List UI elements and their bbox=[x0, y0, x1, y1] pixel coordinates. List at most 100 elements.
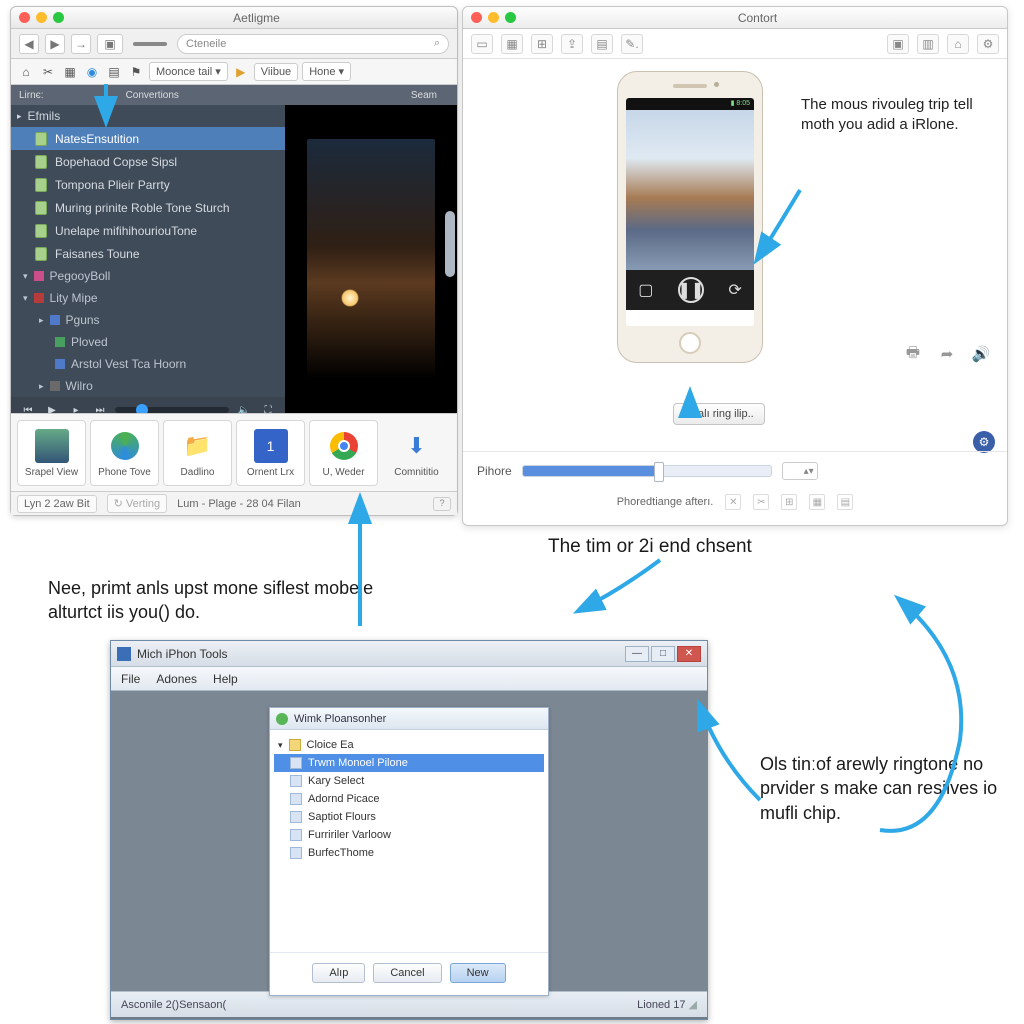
sidebar-group[interactable]: ▸Pguns bbox=[11, 309, 285, 331]
sidebar-group[interactable]: Ploved bbox=[11, 331, 285, 353]
pihore-slider[interactable] bbox=[522, 465, 772, 477]
close-icon[interactable] bbox=[19, 12, 30, 23]
tb-icon[interactable]: ▤ bbox=[591, 34, 613, 54]
sidebar-header[interactable]: ▸Efmils bbox=[11, 105, 285, 127]
grid-icon[interactable]: ▦ bbox=[61, 63, 79, 81]
home-icon[interactable]: ⌂ bbox=[947, 34, 969, 54]
info-icon[interactable]: ◉ bbox=[83, 63, 101, 81]
switch-cam-icon[interactable]: ⟳ bbox=[728, 280, 741, 300]
flag-icon[interactable]: ⚑ bbox=[127, 63, 145, 81]
ring-button[interactable]: Realı ring ilip.. bbox=[673, 403, 765, 425]
close-button[interactable]: ✕ bbox=[677, 646, 701, 662]
sidebar-item[interactable]: Tompona Plieir Parrty bbox=[11, 173, 285, 196]
seek-thumb[interactable] bbox=[136, 404, 148, 413]
sidebar-item[interactable]: Faisanes Toune bbox=[11, 242, 285, 265]
play-button[interactable]: ▶ bbox=[43, 401, 61, 413]
status-icon[interactable]: ? bbox=[433, 497, 451, 511]
home-button[interactable] bbox=[679, 332, 701, 354]
minimize-icon[interactable] bbox=[36, 12, 47, 23]
minimize-icon[interactable] bbox=[488, 12, 499, 23]
tb-icon[interactable]: ⇪ bbox=[561, 34, 583, 54]
prev-button[interactable]: ⏮ bbox=[19, 401, 37, 413]
minimize-button[interactable]: — bbox=[625, 646, 649, 662]
tile-ornent[interactable]: 1Ornent Lrx bbox=[236, 420, 305, 486]
sound-icon[interactable]: 🔊 bbox=[969, 343, 993, 365]
sidebar-group[interactable]: ▾Lity Mipe bbox=[11, 287, 285, 309]
mini-icon[interactable]: ✕ bbox=[725, 494, 741, 510]
dropdown-hone[interactable]: Hone ▾ bbox=[302, 62, 351, 81]
print-icon[interactable]: 🖶 bbox=[901, 343, 925, 365]
tool-icon[interactable]: ✂ bbox=[39, 63, 57, 81]
slider-handle[interactable] bbox=[654, 462, 664, 482]
tile-comnititio[interactable]: ⬇Comnititio bbox=[382, 420, 451, 486]
next-button[interactable]: ⏭ bbox=[91, 401, 109, 413]
back-button[interactable]: ◀ bbox=[19, 34, 39, 54]
col-seam[interactable]: Seam bbox=[411, 90, 437, 101]
seek-slider[interactable] bbox=[115, 407, 229, 413]
brush-icon[interactable]: ✎. bbox=[621, 34, 643, 54]
tree-item[interactable]: Saptiot Flours bbox=[274, 808, 544, 826]
dropdown-moonce[interactable]: Moonce tail ▾ bbox=[149, 62, 228, 81]
list-icon[interactable]: ▤ bbox=[105, 63, 123, 81]
forward-button[interactable]: ▶ bbox=[45, 34, 65, 54]
tile-phone[interactable]: Phone Tove bbox=[90, 420, 159, 486]
close-icon[interactable] bbox=[471, 12, 482, 23]
mini-icon[interactable]: ✂ bbox=[753, 494, 769, 510]
archive-icon[interactable]: ▣ bbox=[887, 34, 909, 54]
menu-help[interactable]: Help bbox=[213, 672, 238, 686]
sidebar-group[interactable]: ▸Wilro bbox=[11, 375, 285, 397]
scroll-thumb[interactable] bbox=[445, 211, 455, 277]
menu-adones[interactable]: Adones bbox=[156, 672, 197, 686]
gear-badge-icon[interactable]: ⚙ bbox=[973, 431, 995, 453]
mini-icon[interactable]: ⊞ bbox=[781, 494, 797, 510]
sidebar-group[interactable]: Arstol Vest Tca Hoorn bbox=[11, 353, 285, 375]
volume-icon[interactable]: 🔈 bbox=[235, 401, 253, 413]
tile-weder[interactable]: U, Weder bbox=[309, 420, 378, 486]
sidebar-item[interactable]: Unelape mifihihouriouTone bbox=[11, 219, 285, 242]
shutter-button[interactable]: ❚❚ bbox=[678, 277, 704, 303]
tree-item[interactable]: Furririler Varloow bbox=[274, 826, 544, 844]
home-icon[interactable]: ⌂ bbox=[17, 63, 35, 81]
scrollbar[interactable] bbox=[445, 115, 455, 375]
next-small-button[interactable]: ▸ bbox=[67, 401, 85, 413]
go-button[interactable]: → bbox=[71, 34, 91, 54]
gallery-icon[interactable]: ▢ bbox=[638, 280, 653, 300]
tile-dadlino[interactable]: 📁Dadlino bbox=[163, 420, 232, 486]
resize-grip-icon[interactable]: ◢ bbox=[689, 999, 697, 1011]
camera-icon[interactable]: ▣ bbox=[97, 34, 123, 54]
tb-icon[interactable]: ⊞ bbox=[531, 34, 553, 54]
sidebar-item[interactable]: Muring prinite Roble Tone Sturch bbox=[11, 196, 285, 219]
new-button[interactable]: New bbox=[450, 963, 506, 983]
doc-icon bbox=[35, 224, 47, 238]
col-convertions[interactable]: Convertions bbox=[126, 90, 179, 101]
share-icon[interactable]: ➦ bbox=[935, 343, 959, 365]
file-icon bbox=[290, 775, 302, 787]
mini-slider[interactable] bbox=[133, 42, 167, 46]
tile-srapel[interactable]: Srapel View bbox=[17, 420, 86, 486]
tb-icon[interactable]: ▦ bbox=[501, 34, 523, 54]
sidebar-item[interactable]: Bopehaod Copse Sipsl bbox=[11, 150, 285, 173]
sidebar-item[interactable]: NatesEnsutition bbox=[11, 127, 285, 150]
stepper[interactable]: ▴▾ bbox=[782, 462, 818, 480]
tree-root[interactable]: ▾Cloice Ea bbox=[274, 736, 544, 754]
zoom-icon[interactable] bbox=[505, 12, 516, 23]
tree-item[interactable]: Adornd Picace bbox=[274, 790, 544, 808]
gear-icon[interactable]: ⚙ bbox=[977, 34, 999, 54]
tb-icon[interactable]: ▭ bbox=[471, 34, 493, 54]
dropdown-viibue[interactable]: Viibue bbox=[254, 63, 298, 81]
mini-icon[interactable]: ▤ bbox=[837, 494, 853, 510]
maximize-button[interactable]: □ bbox=[651, 646, 675, 662]
tree-item[interactable]: Trwm Monoel Pilone bbox=[274, 754, 544, 772]
tree-item[interactable]: BurfecThome bbox=[274, 844, 544, 862]
expand-icon[interactable]: ⛶ bbox=[259, 401, 277, 413]
mini-icon[interactable]: ▦ bbox=[809, 494, 825, 510]
calendar-icon[interactable]: ▥ bbox=[917, 34, 939, 54]
play-small-icon[interactable]: ▶ bbox=[232, 63, 250, 81]
sidebar-group[interactable]: ▾PegooyBoll bbox=[11, 265, 285, 287]
menu-file[interactable]: File bbox=[121, 672, 140, 686]
aux-button[interactable]: Alıp bbox=[312, 963, 365, 983]
search-input[interactable]: Cteneile ⌕ bbox=[177, 34, 449, 54]
cancel-button[interactable]: Cancel bbox=[373, 963, 441, 983]
zoom-icon[interactable] bbox=[53, 12, 64, 23]
tree-item[interactable]: Kary Select bbox=[274, 772, 544, 790]
